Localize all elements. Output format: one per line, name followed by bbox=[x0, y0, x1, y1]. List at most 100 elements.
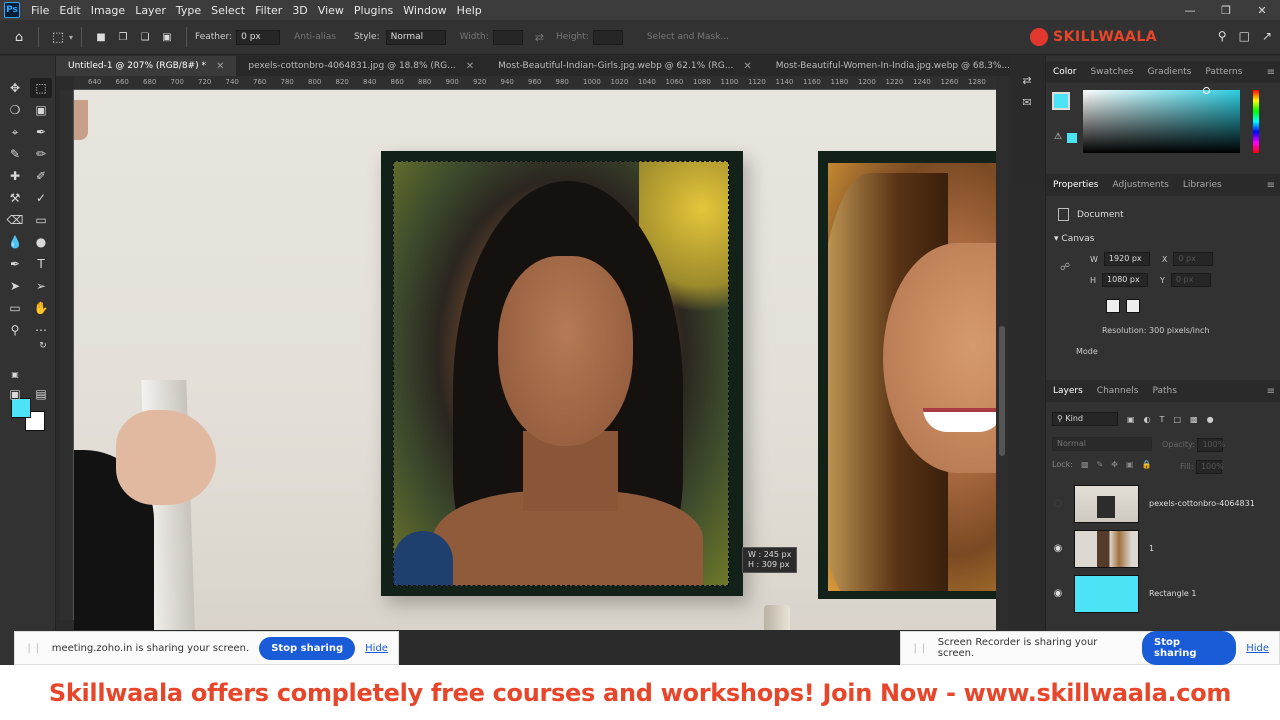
tab-libraries[interactable]: Libraries bbox=[1176, 180, 1229, 190]
new-selection-icon[interactable]: ■ bbox=[90, 26, 112, 48]
menu-file[interactable]: File bbox=[26, 4, 54, 17]
canvas-width-field[interactable]: 1920 px bbox=[1103, 252, 1150, 266]
tab-properties[interactable]: Properties bbox=[1046, 180, 1105, 190]
filter-shape-icon[interactable]: □ bbox=[1173, 415, 1181, 424]
hue-slider[interactable] bbox=[1253, 90, 1259, 153]
tab-paths[interactable]: Paths bbox=[1145, 386, 1183, 396]
lock-image-icon[interactable]: ✎ bbox=[1097, 460, 1104, 469]
drag-handle-icon[interactable]: ❘❘ bbox=[911, 643, 928, 654]
pen-tool-icon[interactable]: ✒ bbox=[4, 254, 26, 274]
tab-swatches[interactable]: Swatches bbox=[1084, 67, 1141, 77]
portrait-orientation-icon[interactable] bbox=[1106, 299, 1120, 313]
filter-smart-object-icon[interactable]: ▩ bbox=[1190, 415, 1198, 424]
panel-menu-icon[interactable]: ≡ bbox=[1267, 180, 1275, 191]
select-and-mask-button[interactable]: Select and Mask... bbox=[647, 32, 729, 42]
layer-row[interactable]: ◉ 1 bbox=[1046, 526, 1280, 571]
zoom-tool-icon[interactable]: ⚲ bbox=[4, 320, 26, 340]
marquee-tool-preset-icon[interactable]: ⬚ bbox=[47, 26, 69, 48]
drag-handle-icon[interactable]: ❘❘ bbox=[25, 643, 42, 654]
move-tool-icon[interactable]: ✥ bbox=[4, 78, 26, 98]
dodge-tool-icon[interactable]: ● bbox=[30, 232, 52, 252]
filter-toggle-icon[interactable]: ● bbox=[1207, 415, 1214, 424]
vertical-scrollbar[interactable] bbox=[996, 76, 1008, 636]
tab-gradients[interactable]: Gradients bbox=[1141, 67, 1199, 77]
menu-select[interactable]: Select bbox=[206, 4, 250, 17]
blend-mode-select[interactable]: Normal bbox=[1052, 437, 1152, 451]
screen-mode-icon[interactable]: ▤ bbox=[30, 384, 52, 404]
tab-indian-girls[interactable]: Most-Beautiful-Indian-Girls.jpg.webp @ 6… bbox=[486, 56, 764, 76]
rectangle-tool-icon[interactable]: ▭ bbox=[4, 298, 26, 318]
fill-control[interactable]: Fill: 100% bbox=[1180, 460, 1224, 474]
width-input[interactable] bbox=[492, 29, 523, 45]
menu-type[interactable]: Type bbox=[171, 4, 206, 17]
menu-help[interactable]: Help bbox=[452, 4, 487, 17]
lasso-tool-icon[interactable]: ❍ bbox=[4, 100, 26, 120]
lock-transparent-icon[interactable]: ▩ bbox=[1081, 460, 1089, 469]
restore-icon[interactable]: ❐ bbox=[1208, 0, 1244, 20]
opacity-control[interactable]: Opacity: 100% bbox=[1162, 438, 1225, 452]
subtract-selection-icon[interactable]: ❏ bbox=[134, 26, 156, 48]
hide-link[interactable]: Hide bbox=[1246, 643, 1269, 654]
path-selection-tool-icon[interactable]: ➤ bbox=[4, 276, 26, 296]
type-tool-icon[interactable]: T bbox=[30, 254, 52, 274]
tab-pexels-cottonbro[interactable]: pexels-cottonbro-4064831.jpg @ 18.8% (RG… bbox=[236, 56, 487, 76]
tab-patterns[interactable]: Patterns bbox=[1198, 67, 1249, 77]
rectangular-marquee-tool-icon[interactable]: ⬚ bbox=[30, 78, 52, 98]
swap-dimensions-icon[interactable]: ⇄ bbox=[535, 31, 544, 44]
menu-layer[interactable]: Layer bbox=[130, 4, 171, 17]
filter-type-icon[interactable]: T bbox=[1160, 415, 1165, 424]
hide-link[interactable]: Hide bbox=[365, 643, 388, 654]
close-window-icon[interactable]: ✕ bbox=[1244, 0, 1280, 20]
lock-all-icon[interactable]: 🔒 bbox=[1141, 460, 1151, 469]
feather-input[interactable]: 0 px bbox=[236, 29, 281, 45]
lock-artboard-icon[interactable]: ▣ bbox=[1126, 460, 1134, 469]
gradient-tool-icon[interactable]: ▭ bbox=[30, 210, 52, 230]
stop-sharing-button[interactable]: Stop sharing bbox=[1142, 631, 1237, 665]
web-color-swatch[interactable] bbox=[1067, 133, 1077, 143]
panel-menu-icon[interactable]: ≡ bbox=[1267, 67, 1275, 78]
workspace-icon[interactable]: □ bbox=[1239, 29, 1250, 43]
filter-pixel-icon[interactable]: ▣ bbox=[1127, 415, 1135, 424]
history-brush-tool-icon[interactable]: ✓ bbox=[30, 188, 52, 208]
menu-view[interactable]: View bbox=[313, 4, 349, 17]
canvas-height-field[interactable]: 1080 px bbox=[1102, 273, 1149, 287]
hand-tool-icon[interactable]: ✋ bbox=[30, 298, 52, 318]
layer-kind-filter[interactable]: ⚲ Kind bbox=[1052, 412, 1118, 426]
filter-adjustment-icon[interactable]: ◐ bbox=[1144, 415, 1151, 424]
healing-brush-tool-icon[interactable]: ✚ bbox=[4, 166, 26, 186]
tab-color[interactable]: Color bbox=[1046, 67, 1084, 77]
add-selection-icon[interactable]: ❐ bbox=[112, 26, 134, 48]
object-selection-tool-icon[interactable]: ▣ bbox=[30, 100, 52, 120]
tab-women-in-india[interactable]: Most-Beautiful-Women-In-India.jpg.webp @… bbox=[763, 56, 1041, 76]
link-dimensions-icon[interactable]: ☍ bbox=[1060, 262, 1070, 273]
landscape-orientation-icon[interactable] bbox=[1126, 299, 1140, 313]
default-colors-icon[interactable]: ▣ bbox=[4, 364, 26, 384]
brush-tool-icon[interactable]: ✎ bbox=[4, 144, 26, 164]
mixer-brush-tool-icon[interactable]: ✐ bbox=[30, 166, 52, 186]
clone-stamp-tool-icon[interactable]: ⚒ bbox=[4, 188, 26, 208]
canvas-y-field[interactable]: 0 px bbox=[1170, 273, 1211, 287]
chevron-down-icon[interactable]: ▾ bbox=[69, 33, 73, 42]
tab-channels[interactable]: Channels bbox=[1090, 386, 1146, 396]
canvas-section-header[interactable]: ▾ Canvas bbox=[1054, 234, 1094, 244]
minimize-icon[interactable]: — bbox=[1172, 0, 1208, 20]
close-icon[interactable]: ✕ bbox=[743, 61, 751, 72]
search-icon[interactable]: ⚲ bbox=[1218, 29, 1227, 43]
stop-sharing-button[interactable]: Stop sharing bbox=[259, 636, 356, 660]
intersect-selection-icon[interactable]: ▣ bbox=[156, 26, 178, 48]
swap-colors-icon[interactable]: ↻ bbox=[32, 336, 54, 356]
eye-icon[interactable]: ◉ bbox=[1046, 588, 1070, 599]
lock-position-icon[interactable]: ✥ bbox=[1111, 460, 1118, 469]
visibility-hidden-icon[interactable]: ○ bbox=[1046, 498, 1070, 509]
home-icon[interactable]: ⌂ bbox=[8, 26, 30, 48]
document-canvas[interactable]: W : 245 px H : 309 px bbox=[74, 90, 996, 630]
eyedropper-tool-icon[interactable]: ✒ bbox=[30, 122, 52, 142]
blur-tool-icon[interactable]: 💧 bbox=[4, 232, 26, 252]
gamut-warning-icon[interactable]: ⚠ bbox=[1054, 132, 1062, 142]
color-spectrum[interactable] bbox=[1083, 87, 1240, 153]
panel-menu-icon[interactable]: ≡ bbox=[1267, 386, 1275, 397]
picker-foreground-swatch[interactable] bbox=[1052, 92, 1070, 110]
tab-layers[interactable]: Layers bbox=[1046, 386, 1090, 396]
menu-3d[interactable]: 3D bbox=[287, 4, 312, 17]
menu-edit[interactable]: Edit bbox=[54, 4, 85, 17]
